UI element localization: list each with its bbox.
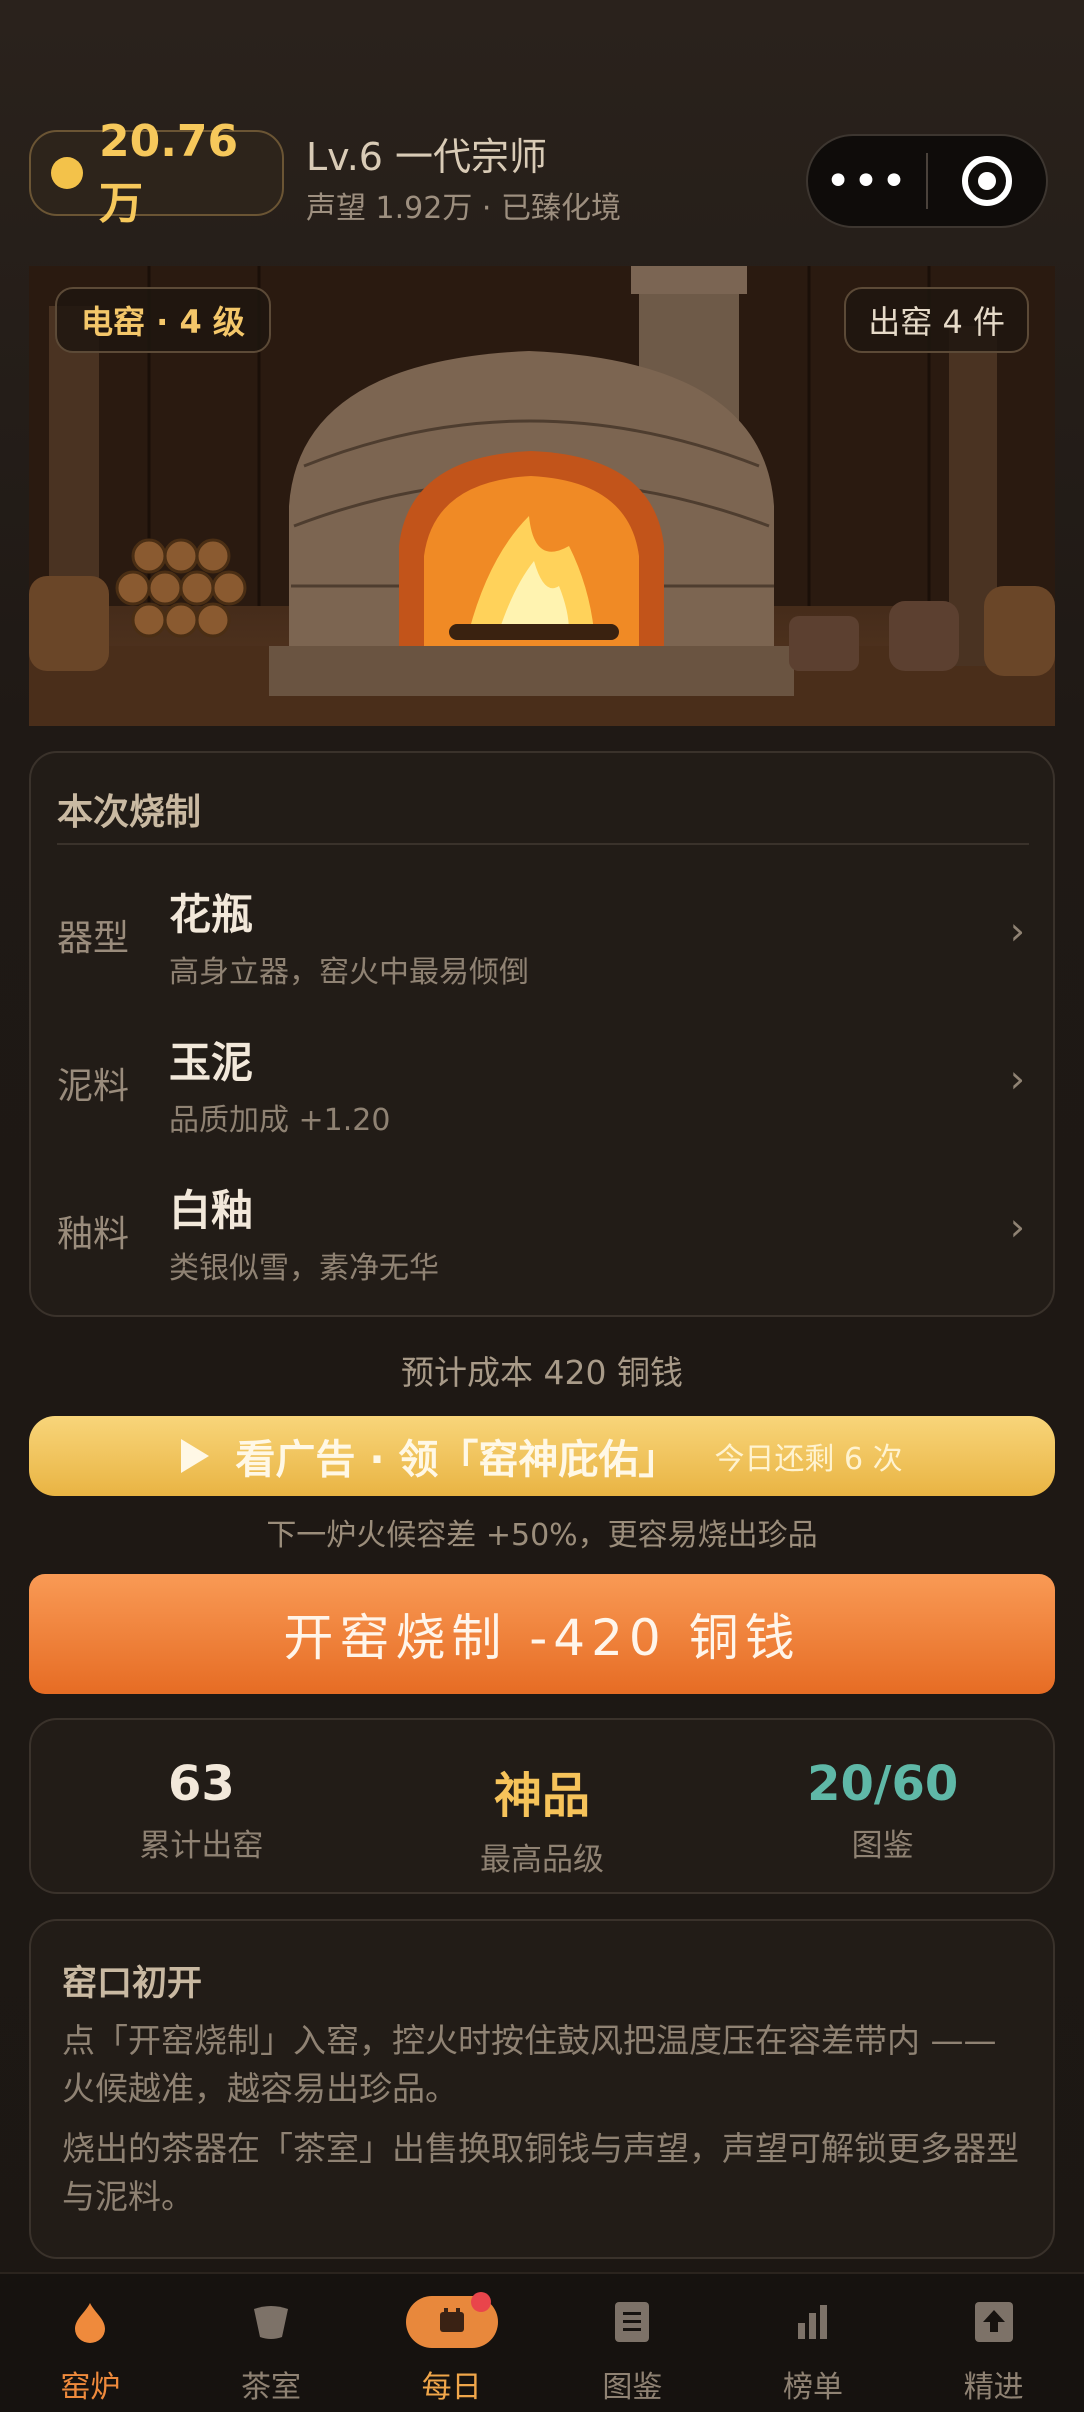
config-row-value: 白釉 xyxy=(169,1186,254,1235)
stats-card: 63 累计出窑 神品 最高品级 20/60 图鉴 xyxy=(29,1718,1055,1894)
tab-label: 精进 xyxy=(963,2370,1024,2405)
tips-card: 窑口初开 点「开窑烧制」入窑，控火时按住鼓风把温度压在容差带内 —— 火候越准，… xyxy=(29,1919,1055,2259)
config-title: 本次烧制 xyxy=(57,792,202,833)
play-icon xyxy=(181,1439,210,1473)
tab-label: 每日 xyxy=(421,2370,482,2405)
tab-kiln[interactable]: 窑炉 xyxy=(0,2274,181,2412)
tab-advance[interactable]: 精进 xyxy=(903,2274,1084,2412)
config-row-key: 泥料 xyxy=(57,1066,130,1107)
coin-icon xyxy=(51,157,83,189)
cup-icon xyxy=(252,2298,290,2346)
config-divider xyxy=(57,843,1029,845)
book-icon xyxy=(615,2298,650,2346)
chevron-right-icon: › xyxy=(1009,909,1025,953)
player-reputation: 声望 1.92万 · 已臻化境 xyxy=(306,191,621,226)
more-menu-button[interactable]: ••• xyxy=(808,156,926,207)
tab-label: 榜单 xyxy=(783,2370,844,2405)
estimated-cost: 预计成本 420 铜钱 xyxy=(401,1353,683,1392)
config-row-desc: 类银似雪，素净无华 xyxy=(169,1251,439,1286)
ad-remaining-count: 今日还剩 6 次 xyxy=(714,1442,903,1477)
upgrade-icon xyxy=(974,2298,1013,2346)
config-row-key: 釉料 xyxy=(57,1214,130,1255)
close-miniprogram-button[interactable] xyxy=(928,156,1046,206)
config-row-key: 器型 xyxy=(57,918,130,959)
config-row-value: 玉泥 xyxy=(169,1038,254,1087)
ad-button-label: 看广告 · 领「窑神庇佑」 xyxy=(235,1437,679,1483)
tab-ranking[interactable]: 榜单 xyxy=(723,2274,904,2412)
tab-daily[interactable]: 每日 xyxy=(361,2274,542,2412)
coin-balance[interactable]: 20.76万 xyxy=(29,116,284,229)
output-count-tag: 出窑 4 件 xyxy=(844,287,1029,353)
tips-title: 窑口初开 xyxy=(62,1964,203,2004)
kiln-illustration: 电窑 · 4 级 出窑 4 件 xyxy=(29,266,1055,726)
chevron-right-icon: › xyxy=(1009,1205,1025,1249)
tab-label: 图鉴 xyxy=(602,2370,663,2405)
flame-icon xyxy=(73,2298,107,2346)
watch-ad-button[interactable]: 看广告 · 领「窑神庇佑」 今日还剩 6 次 xyxy=(29,1416,1055,1496)
config-row-desc: 品质加成 +1.20 xyxy=(169,1103,391,1138)
coin-amount: 20.76万 xyxy=(98,115,239,229)
bar-chart-icon xyxy=(798,2298,828,2346)
config-row-shape[interactable]: 器型 花瓶 高身立器，窑火中最易倾倒 › xyxy=(31,863,1053,1003)
stat-collection[interactable]: 20/60 图鉴 xyxy=(712,1720,1053,1892)
tips-paragraph: 点「开窑烧制」入窑，控火时按住鼓风把温度压在容差带内 —— 火候越准，越容易出珍… xyxy=(62,2021,997,2108)
stat-total-fired: 63 累计出窑 xyxy=(31,1720,372,1892)
config-row-desc: 高身立器，窑火中最易倾倒 xyxy=(169,955,529,990)
stat-label: 图鉴 xyxy=(851,1828,914,1864)
stat-value: 20/60 xyxy=(807,1756,959,1812)
player-level: Lv.6 一代宗师 xyxy=(306,135,548,179)
tab-label: 窑炉 xyxy=(60,2370,121,2405)
tab-collection[interactable]: 图鉴 xyxy=(542,2274,723,2412)
tab-tearoom[interactable]: 茶室 xyxy=(181,2274,362,2412)
tips-paragraph: 烧出的茶器在「茶室」出售换取铜钱与声望，声望可解锁更多器型与泥料。 xyxy=(62,2129,1019,2216)
start-firing-button[interactable]: 开窑烧制 -420 铜钱 xyxy=(29,1574,1055,1694)
miniprogram-capsule: ••• xyxy=(806,134,1048,228)
stat-value: 63 xyxy=(167,1756,235,1812)
ad-benefit-note: 下一炉火候容差 +50%，更容易烧出珍品 xyxy=(266,1518,818,1553)
tab-label: 茶室 xyxy=(241,2370,301,2405)
target-icon xyxy=(962,156,1012,206)
stat-best-grade: 神品 最高品级 xyxy=(372,1720,713,1892)
bottom-tab-bar: 窑炉 茶室 每日 图鉴 榜单 精进 xyxy=(0,2272,1084,2412)
config-row-value: 花瓶 xyxy=(169,890,254,939)
kiln-level-tag: 电窑 · 4 级 xyxy=(55,287,271,353)
config-row-glaze[interactable]: 釉料 白釉 类银似雪，素净无华 › xyxy=(31,1159,1053,1299)
config-row-clay[interactable]: 泥料 玉泥 品质加成 +1.20 › xyxy=(31,1011,1053,1151)
chevron-right-icon: › xyxy=(1009,1057,1025,1101)
stat-value: 神品 xyxy=(494,1768,591,1824)
stat-label: 累计出窑 xyxy=(139,1828,264,1864)
firing-config-card: 本次烧制 器型 花瓶 高身立器，窑火中最易倾倒 › 泥料 玉泥 品质加成 +1.… xyxy=(29,751,1055,1317)
stat-label: 最高品级 xyxy=(480,1842,604,1878)
